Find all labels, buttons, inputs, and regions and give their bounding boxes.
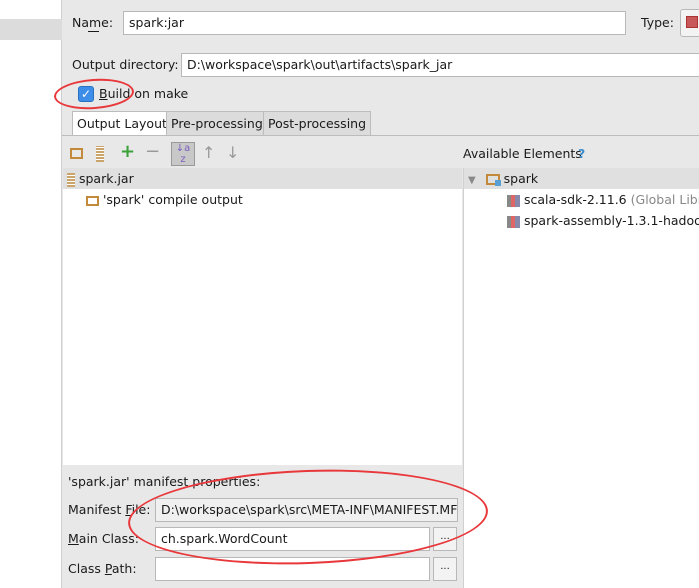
type-dropdown[interactable] — [680, 9, 699, 37]
library-icon — [507, 215, 520, 228]
library-icon — [507, 194, 520, 207]
tree-item-label: spark-assembly-1.3.1-hadoop — [523, 213, 699, 228]
class-path-label: Class Path: — [68, 561, 137, 576]
tree-item-spark-module[interactable]: ▼ spark — [464, 168, 699, 189]
help-icon[interactable]: ? — [578, 142, 585, 166]
move-down-icon[interactable]: ↓ — [226, 143, 239, 162]
manifest-file-input[interactable]: D:\workspace\spark\src\META-INF\MANIFEST… — [155, 498, 458, 522]
available-elements-title: Available Elements — [463, 146, 582, 161]
add-archive-icon[interactable] — [96, 146, 104, 162]
tree-item-label: spark.jar — [78, 171, 134, 186]
tree-item-label: spark — [503, 171, 539, 186]
tab-post-processing[interactable]: Post-processing — [263, 111, 372, 136]
create-directory-icon[interactable] — [70, 148, 83, 159]
sidebar-selected-item[interactable] — [0, 19, 62, 40]
build-on-make-checkbox[interactable]: ✓ — [78, 86, 94, 102]
tree-item-spark-jar[interactable]: spark.jar — [63, 168, 462, 189]
tree-item-compile-output[interactable]: 'spark' compile output — [63, 189, 462, 210]
manifest-title: 'spark.jar' manifest properties: — [68, 474, 261, 489]
tree-item-label: scala-sdk-2.11.6 — [523, 192, 627, 207]
manifest-file-label: Manifest File: — [68, 502, 151, 517]
type-label: Type: — [641, 15, 674, 30]
output-dir-label: Output directory: — [72, 57, 179, 72]
main-class-browse-button[interactable]: ... — [433, 527, 457, 551]
name-mnemonic-underline — [88, 31, 99, 32]
layout-toolbar: + − ↓a z ↑ ↓ — [62, 141, 462, 166]
left-sidebar — [0, 0, 62, 588]
main-class-label: Main Class: — [68, 531, 139, 546]
folder-icon — [86, 195, 99, 206]
class-path-input[interactable] — [155, 557, 430, 581]
tab-divider — [62, 135, 699, 136]
output-dir-input[interactable]: D:\workspace\spark\out\artifacts\spark_j… — [181, 53, 699, 77]
tree-item-library[interactable]: spark-assembly-1.3.1-hadoop — [464, 210, 699, 231]
remove-icon[interactable]: − — [145, 141, 160, 162]
sort-icon[interactable]: ↓a z — [171, 142, 195, 166]
tree-item-note: (Global Library) — [630, 192, 699, 207]
tab-pre-processing[interactable]: Pre-processing — [166, 111, 268, 136]
jar-type-icon — [686, 16, 698, 28]
add-icon[interactable]: + — [120, 141, 135, 162]
class-path-browse-button[interactable]: ... — [433, 557, 457, 581]
tab-output-layout[interactable]: Output Layout — [72, 111, 172, 136]
available-elements-tree: ▼ spark scala-sdk-2.11.6 (Global Library… — [463, 168, 699, 588]
module-folder-icon — [485, 174, 501, 186]
tree-item-label: 'spark' compile output — [102, 192, 243, 207]
move-up-icon[interactable]: ↑ — [202, 143, 215, 162]
expand-triangle-icon[interactable]: ▼ — [468, 175, 476, 186]
jar-icon — [67, 172, 75, 187]
build-on-make-label: Build on make — [99, 86, 189, 101]
output-layout-tree: spark.jar 'spark' compile output — [63, 168, 462, 465]
main-class-input[interactable]: ch.spark.WordCount — [155, 527, 430, 551]
tree-item-library[interactable]: scala-sdk-2.11.6 (Global Library) — [464, 189, 699, 210]
name-input[interactable]: spark:jar — [123, 11, 626, 35]
